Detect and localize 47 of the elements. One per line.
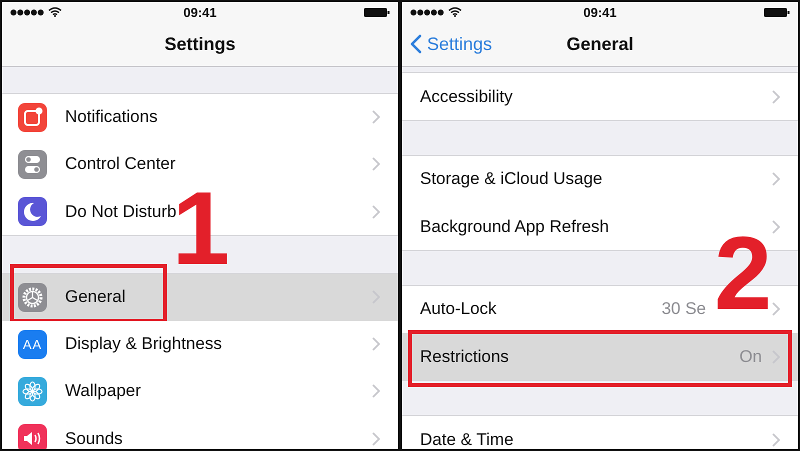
back-chevron-icon [410, 34, 422, 54]
row-label: Display & Brightness [65, 334, 222, 354]
status-time: 09:41 [583, 4, 617, 20]
status-time: 09:41 [183, 4, 217, 20]
back-button[interactable]: Settings [410, 22, 492, 66]
chevron-icon [372, 110, 380, 124]
row-label: Background App Refresh [420, 216, 610, 236]
gear-icon [18, 283, 47, 312]
chevron-icon [772, 220, 780, 234]
row-label: General [65, 287, 126, 307]
chevron-icon [772, 90, 780, 104]
row-label: Accessibility [420, 86, 513, 106]
battery-icon [364, 8, 390, 16]
row-label: Date & Time [420, 430, 514, 449]
row-label: Auto-Lock [420, 299, 497, 319]
row-label: Sounds [65, 428, 123, 448]
nav-title: Settings [164, 34, 236, 54]
chevron-icon [372, 337, 380, 351]
settings-row[interactable]: General [2, 274, 398, 321]
chevron-icon [372, 432, 380, 446]
row-value: On [739, 346, 762, 366]
moon-icon [18, 197, 47, 226]
chevron-icon [372, 384, 380, 398]
row-label: Wallpaper [65, 381, 141, 401]
battery-icon [764, 8, 790, 16]
display-icon: AA [18, 330, 47, 359]
signal-icon [410, 8, 444, 16]
wifi-icon [448, 7, 462, 17]
chevron-icon [772, 172, 780, 186]
row-value: 30 Se [662, 299, 706, 319]
row-label: Storage & iCloud Usage [420, 169, 602, 189]
toggles-icon [18, 150, 47, 179]
row-label: Control Center [65, 154, 176, 174]
signal-icon [10, 8, 44, 16]
row-label: Restrictions [420, 346, 509, 366]
wifi-icon [48, 7, 62, 17]
flower-icon [18, 377, 47, 406]
chevron-icon [372, 157, 380, 171]
notifications-icon [18, 103, 47, 132]
row-label: Notifications [65, 107, 158, 127]
chevron-icon [772, 432, 780, 446]
chevron-icon [772, 302, 780, 316]
settings-row[interactable]: Restrictions On [402, 333, 798, 380]
nav-title: General [566, 34, 634, 54]
chevron-icon [372, 204, 380, 218]
row-label: Do Not Disturb [65, 202, 176, 222]
speaker-icon [18, 424, 47, 449]
